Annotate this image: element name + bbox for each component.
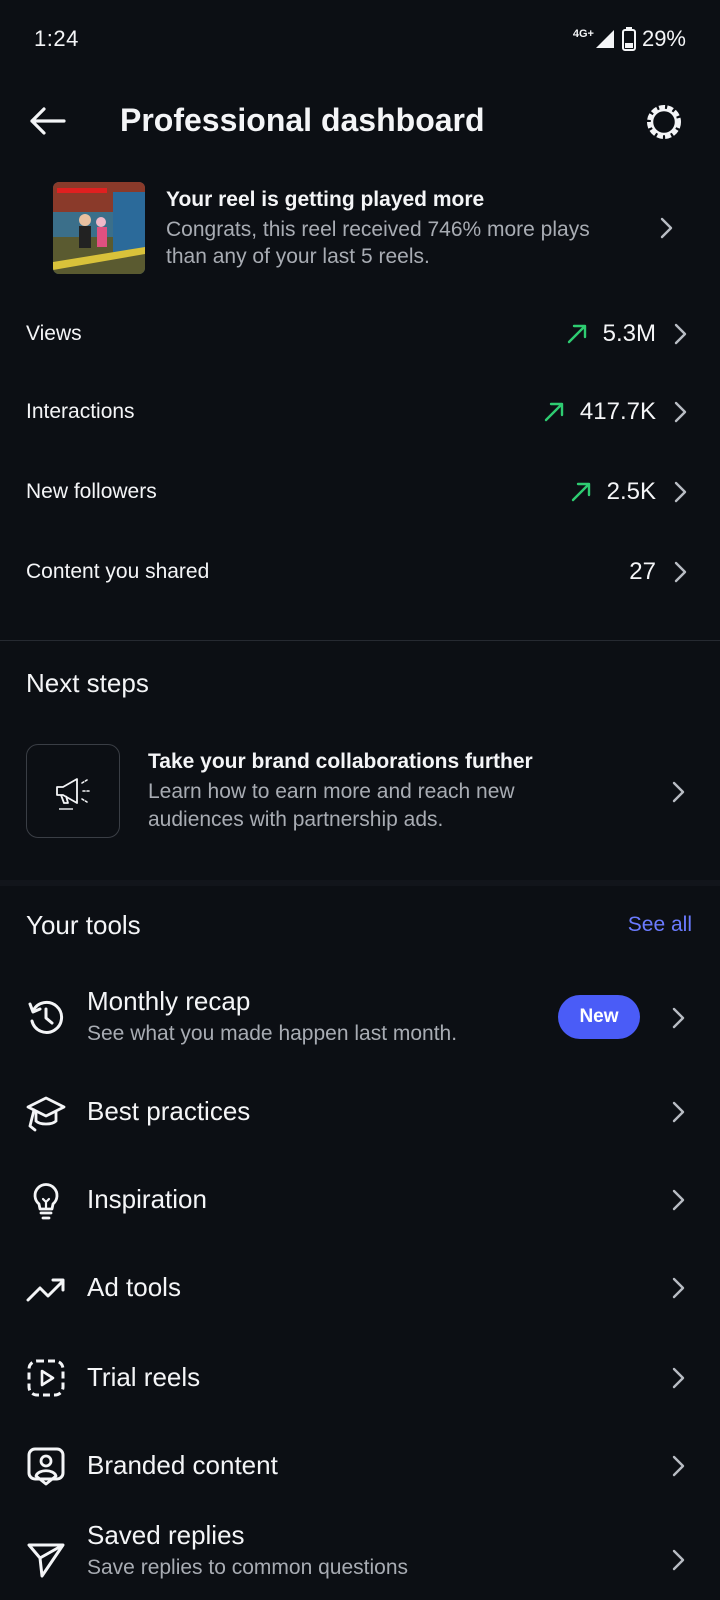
send-icon bbox=[26, 1540, 66, 1580]
battery-level: 29% bbox=[641, 26, 686, 51]
stat-value-group: 417.7K bbox=[542, 398, 690, 426]
see-all-link[interactable]: See all bbox=[628, 913, 692, 937]
section-separator bbox=[0, 880, 720, 886]
stat-label: Interactions bbox=[26, 400, 135, 423]
branded-content-icon bbox=[26, 1446, 66, 1486]
back-button[interactable] bbox=[26, 100, 68, 142]
tool-description: See what you made happen last month. bbox=[87, 1022, 458, 1045]
reel-thumbnail bbox=[53, 182, 145, 274]
new-badge: New bbox=[558, 995, 640, 1039]
chevron-right-icon bbox=[674, 561, 687, 583]
stat-value-group: 5.3M bbox=[565, 320, 690, 348]
graduation-cap-icon bbox=[26, 1092, 66, 1132]
arrow-left-icon bbox=[30, 107, 66, 135]
highlight-description: Congrats, this reel received 746% more p… bbox=[166, 218, 590, 268]
stat-label: New followers bbox=[26, 480, 157, 503]
stat-value-group: 2.5K bbox=[569, 478, 690, 506]
chevron-right-icon bbox=[668, 1454, 688, 1478]
settings-button[interactable] bbox=[644, 102, 684, 142]
next-step-title: Take your brand collaborations further bbox=[148, 750, 533, 773]
chevron-right-icon bbox=[674, 401, 687, 423]
stat-value: 417.7K bbox=[579, 398, 656, 425]
tool-label: Best practices bbox=[87, 1096, 251, 1126]
chevron-right-icon bbox=[668, 1276, 688, 1300]
stat-label: Content you shared bbox=[26, 560, 210, 583]
chevron-right-icon bbox=[668, 1548, 688, 1572]
divider bbox=[0, 640, 720, 641]
tool-description: Save replies to common questions bbox=[87, 1556, 408, 1579]
stat-value: 27 bbox=[629, 558, 656, 585]
stat-label: Views bbox=[26, 322, 82, 345]
section-heading-next-steps: Next steps bbox=[26, 668, 149, 698]
stat-value: 2.5K bbox=[606, 478, 656, 505]
status-icons: 4G+ 29% bbox=[573, 26, 686, 52]
tool-label: Trial reels bbox=[87, 1362, 201, 1392]
history-icon bbox=[26, 997, 66, 1037]
network-type: 4G+ bbox=[572, 28, 594, 40]
trend-up-icon bbox=[567, 324, 586, 344]
tool-label: Inspiration bbox=[87, 1184, 207, 1214]
highlight-title: Your reel is getting played more bbox=[166, 188, 485, 211]
megaphone-icon bbox=[56, 778, 90, 810]
chevron-right-icon bbox=[668, 780, 688, 804]
tool-label: Saved replies bbox=[87, 1520, 245, 1550]
tool-label: Monthly recap bbox=[87, 986, 251, 1016]
stat-value-group: 27 bbox=[629, 558, 690, 586]
trend-up-icon bbox=[544, 402, 564, 422]
chevron-right-icon bbox=[668, 1366, 688, 1390]
chevron-right-icon bbox=[674, 481, 687, 503]
chevron-right-icon bbox=[668, 1006, 688, 1030]
page-title: Professional dashboard bbox=[120, 102, 485, 138]
next-step-description: Learn how to earn more and reach new aud… bbox=[148, 780, 515, 831]
signal-icon bbox=[595, 30, 614, 48]
trend-up-icon bbox=[571, 482, 590, 502]
next-step-icon-box bbox=[26, 744, 120, 838]
lightbulb-icon bbox=[26, 1180, 66, 1220]
status-time: 1:24 bbox=[34, 26, 79, 51]
trending-up-icon bbox=[26, 1270, 66, 1310]
chevron-right-icon bbox=[668, 1188, 688, 1212]
stat-value: 5.3M bbox=[602, 320, 656, 347]
section-heading-your-tools: Your tools bbox=[26, 910, 141, 940]
tool-label: Ad tools bbox=[87, 1272, 181, 1302]
gear-icon bbox=[647, 105, 681, 139]
chevron-right-icon bbox=[656, 216, 676, 240]
trial-reel-icon bbox=[26, 1358, 66, 1398]
chevron-right-icon bbox=[674, 323, 687, 345]
tool-label: Branded content bbox=[87, 1450, 278, 1480]
battery-icon bbox=[621, 27, 636, 51]
chevron-right-icon bbox=[668, 1100, 688, 1124]
